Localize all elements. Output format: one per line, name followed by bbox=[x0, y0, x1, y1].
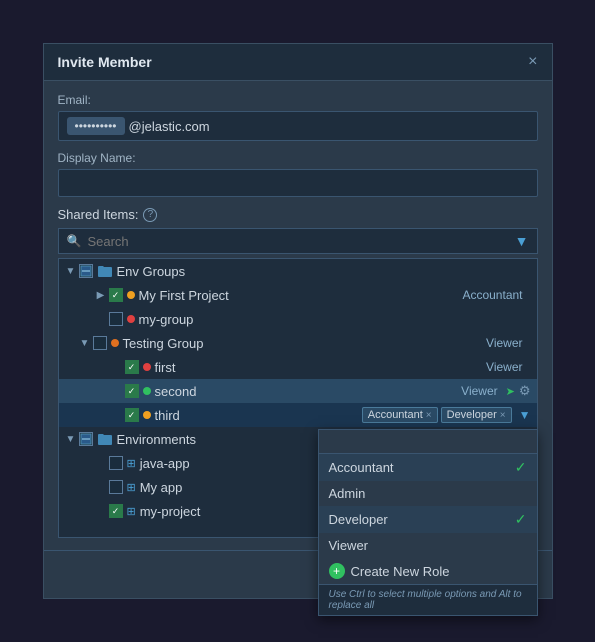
email-field-row: Email: •••••••••• @jelastic.com bbox=[58, 93, 538, 141]
java-app-icon: ⊞ bbox=[127, 457, 136, 470]
testing-group-role: Viewer bbox=[486, 336, 522, 350]
env-groups-name: Env Groups bbox=[117, 264, 531, 279]
checkbox-my-group[interactable] bbox=[109, 312, 123, 326]
checkbox-env-groups[interactable] bbox=[79, 264, 93, 278]
search-row: 🔍 ▼ bbox=[58, 228, 538, 254]
chevron-my-first-project[interactable]: ▶ bbox=[95, 289, 107, 301]
shared-items-label-row: Shared Items: ? bbox=[58, 207, 538, 222]
second-name: second bbox=[155, 384, 462, 399]
tree-item-second: ▶ second Viewer ➤ ⚙ bbox=[59, 379, 537, 403]
role-tag-developer: Developer × bbox=[441, 407, 512, 423]
display-name-field-row: Display Name: bbox=[58, 151, 538, 197]
tree-item-env-groups: ▼ Env Groups bbox=[59, 259, 537, 283]
third-dropdown-arrow[interactable]: ▼ bbox=[519, 408, 531, 422]
third-name: third bbox=[155, 408, 362, 423]
second-role: Viewer bbox=[461, 384, 497, 398]
search-icon: 🔍 bbox=[67, 234, 82, 248]
dropdown-option-accountant-check: ✓ bbox=[515, 459, 527, 476]
email-input-row: •••••••••• @jelastic.com bbox=[58, 111, 538, 141]
shared-items-label: Shared Items: bbox=[58, 207, 139, 222]
checkbox-java-app[interactable] bbox=[109, 456, 123, 470]
dropdown-option-accountant[interactable]: Accountant ✓ bbox=[319, 454, 537, 481]
ctrl-hint: Use Ctrl to select multiple options and … bbox=[319, 584, 537, 615]
tree-item-my-group: ▶ my-group bbox=[59, 307, 537, 331]
display-name-input[interactable] bbox=[58, 169, 538, 197]
my-group-name: my-group bbox=[139, 312, 531, 327]
checkbox-testing-group[interactable] bbox=[93, 336, 107, 350]
checkbox-my-project[interactable] bbox=[109, 504, 123, 518]
my-first-project-name: My First Project bbox=[139, 288, 463, 303]
tree-item-testing-group: ▼ Testing Group Viewer bbox=[59, 331, 537, 355]
dropdown-search-input[interactable] bbox=[327, 435, 529, 449]
dropdown-search-row bbox=[319, 430, 537, 454]
help-icon[interactable]: ? bbox=[143, 208, 157, 222]
dropdown-option-viewer[interactable]: Viewer bbox=[319, 533, 537, 558]
checkbox-second[interactable] bbox=[125, 384, 139, 398]
dot-testing-group bbox=[111, 339, 119, 347]
close-button[interactable]: × bbox=[528, 54, 537, 70]
email-label: Email: bbox=[58, 93, 538, 107]
filter-icon[interactable]: ▼ bbox=[515, 233, 529, 249]
tree-item-my-first-project: ▶ My First Project Accountant bbox=[59, 283, 537, 307]
dropdown-option-developer-check: ✓ bbox=[515, 511, 527, 528]
role-tag-accountant-label: Accountant bbox=[368, 409, 423, 421]
dropdown-option-admin-label: Admin bbox=[329, 486, 366, 501]
my-app-icon: ⊞ bbox=[127, 481, 136, 494]
role-tag-accountant-remove[interactable]: × bbox=[426, 410, 432, 421]
first-name: first bbox=[155, 360, 487, 375]
role-tag-developer-label: Developer bbox=[447, 409, 497, 421]
dot-my-group bbox=[127, 315, 135, 323]
dropdown-option-viewer-label: Viewer bbox=[329, 538, 369, 553]
dot-second bbox=[143, 387, 151, 395]
email-domain: @jelastic.com bbox=[129, 119, 210, 134]
tree-item-third: ▶ third Accountant × Developer × ▼ bbox=[59, 403, 537, 427]
dropdown-option-accountant-label: Accountant bbox=[329, 460, 394, 475]
second-arrow: ➤ bbox=[506, 385, 515, 398]
gear-icon-second[interactable]: ⚙ bbox=[519, 383, 531, 399]
testing-group-name: Testing Group bbox=[123, 336, 487, 351]
dot-first bbox=[143, 363, 151, 371]
my-project-icon: ⊞ bbox=[127, 505, 136, 518]
checkbox-third[interactable] bbox=[125, 408, 139, 422]
checkbox-my-first-project[interactable] bbox=[109, 288, 123, 302]
dialog-body: Email: •••••••••• @jelastic.com Display … bbox=[44, 81, 552, 550]
env-groups-icon bbox=[97, 263, 113, 279]
tree-item-first: ▶ first Viewer bbox=[59, 355, 537, 379]
dropdown-option-developer-label: Developer bbox=[329, 512, 388, 527]
dropdown-option-admin[interactable]: Admin bbox=[319, 481, 537, 506]
search-input[interactable] bbox=[87, 234, 514, 249]
first-role: Viewer bbox=[486, 360, 522, 374]
role-dropdown-menu: Accountant ✓ Admin Developer ✓ Viewer + … bbox=[318, 429, 538, 616]
create-new-role-label: Create New Role bbox=[351, 564, 450, 579]
dot-third bbox=[143, 411, 151, 419]
dialog-header: Invite Member × bbox=[44, 44, 552, 81]
dialog-title: Invite Member bbox=[58, 54, 152, 70]
email-tag: •••••••••• bbox=[67, 117, 125, 135]
create-new-role-option[interactable]: + Create New Role bbox=[319, 558, 537, 584]
role-tag-accountant: Accountant × bbox=[362, 407, 438, 423]
third-role-tags: Accountant × Developer × ▼ bbox=[362, 407, 531, 423]
display-name-label: Display Name: bbox=[58, 151, 538, 165]
checkbox-my-app[interactable] bbox=[109, 480, 123, 494]
chevron-environments[interactable]: ▼ bbox=[65, 433, 77, 445]
dot-my-first-project bbox=[127, 291, 135, 299]
chevron-testing-group[interactable]: ▼ bbox=[79, 337, 91, 349]
checkbox-first[interactable] bbox=[125, 360, 139, 374]
dropdown-option-developer[interactable]: Developer ✓ bbox=[319, 506, 537, 533]
chevron-env-groups[interactable]: ▼ bbox=[65, 265, 77, 277]
my-first-project-role: Accountant bbox=[462, 288, 522, 302]
checkbox-environments[interactable] bbox=[79, 432, 93, 446]
role-tag-developer-remove[interactable]: × bbox=[500, 410, 506, 421]
plus-circle-icon: + bbox=[329, 563, 345, 579]
invite-member-dialog: Invite Member × Email: •••••••••• @jelas… bbox=[43, 43, 553, 599]
environments-icon bbox=[97, 431, 113, 447]
